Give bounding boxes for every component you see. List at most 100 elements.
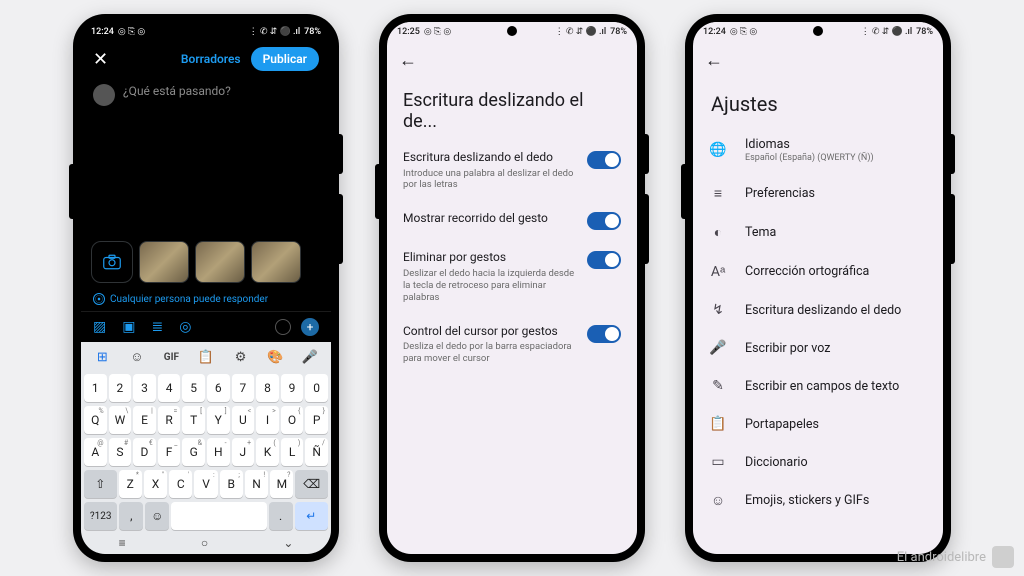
kb-row-1: Q% W\ E| R= T[ Y] U< I> O{ P} [81,404,331,436]
settings-languages[interactable]: 🌐 IdiomasEspañol (España) (QWERTY (Ñ)) [693,126,943,174]
compose-placeholder[interactable]: ¿Qué está pasando? [123,84,231,106]
settings-glide[interactable]: ↯ Escritura deslizando el dedo [693,291,943,329]
key[interactable]: D€ [133,438,156,466]
key[interactable]: 4 [158,374,181,402]
toggle[interactable] [587,151,621,169]
settings-textfields[interactable]: ✎ Escribir en campos de texto [693,367,943,405]
kb-menu-icon[interactable]: ⊞ [90,350,114,365]
phone-1: 12:24◎ ⎘ ◎ ⋮ ✆ ⇵ ⚫ .ıl78% ✕ Borradores P… [73,14,339,562]
emoji-key[interactable]: ☺ [145,502,169,530]
settings-emoji[interactable]: ☺ Emojis, stickers y GIFs [693,481,943,520]
key[interactable]: O{ [281,406,304,434]
key[interactable]: Y] [207,406,230,434]
key[interactable]: C' [169,470,192,498]
key[interactable]: 0 [305,374,328,402]
key[interactable]: G& [182,438,205,466]
toggle[interactable] [587,251,621,269]
key[interactable]: I> [256,406,279,434]
gallery-thumb[interactable] [195,241,245,283]
gif-icon[interactable]: ▣ [122,319,135,335]
key[interactable]: 3 [133,374,156,402]
key[interactable]: N! [245,470,268,498]
key[interactable]: H- [207,438,230,466]
key[interactable]: T[ [182,406,205,434]
gallery-thumb[interactable] [139,241,189,283]
key[interactable]: 9 [281,374,304,402]
watermark: El androidelibre [897,546,1014,568]
key[interactable]: 1 [84,374,107,402]
nav-recent[interactable]: ≡ [119,536,126,550]
nav-home[interactable]: ○ [201,536,208,550]
setting-gesture-delete[interactable]: Eliminar por gestosDeslizar el dedo haci… [387,240,637,313]
settings-dictionary[interactable]: ▭ Diccionario [693,443,943,481]
camera-button[interactable] [91,241,133,283]
add-tweet-button[interactable]: + [301,318,319,336]
kb-settings-icon[interactable]: ⚙ [229,350,253,365]
screen-compose: 12:24◎ ⎘ ◎ ⋮ ✆ ⇵ ⚫ .ıl78% ✕ Borradores P… [81,22,331,554]
space-key[interactable] [171,502,267,530]
globe-icon: 🌐 [709,142,727,158]
key[interactable]: 8 [256,374,279,402]
key[interactable]: J+ [232,438,255,466]
gallery-thumb[interactable] [251,241,301,283]
comma-key[interactable]: , [119,502,143,530]
toggle[interactable] [587,212,621,230]
drafts-link[interactable]: Borradores [181,52,241,66]
kb-clipboard-icon[interactable]: 📋 [194,350,218,365]
dot-key[interactable]: . [269,502,293,530]
key[interactable]: P} [305,406,328,434]
backspace-key[interactable]: ⌫ [295,470,328,498]
key[interactable]: Ñ/ [305,438,328,466]
location-icon[interactable]: ◎ [179,319,191,335]
key[interactable]: L) [281,438,304,466]
symbols-key[interactable]: ?123 [84,502,117,530]
kb-row-4: ?123 , ☺ . ↵ [81,500,331,532]
setting-swipe-typing[interactable]: Escritura deslizando el dedoIntroduce un… [387,140,637,201]
key[interactable]: K( [256,438,279,466]
key[interactable]: W\ [109,406,132,434]
key[interactable]: F_ [158,438,181,466]
reply-scope[interactable]: ⦿ Cualquier persona puede responder [81,287,331,311]
shift-key[interactable]: ⇧ [84,470,117,498]
kb-theme-icon[interactable]: 🎨 [263,350,287,365]
spell-icon: Aᵃ [709,263,727,280]
status-time: 12:25 [397,27,420,37]
key[interactable]: 5 [182,374,205,402]
key[interactable]: R= [158,406,181,434]
setting-cursor-control[interactable]: Control del cursor por gestosDesliza el … [387,314,637,375]
back-icon[interactable]: ← [399,50,417,71]
kb-mic-icon[interactable]: 🎤 [298,350,322,365]
key[interactable]: 6 [207,374,230,402]
key[interactable]: V: [194,470,217,498]
settings-preferences[interactable]: ≡ Preferencias [693,174,943,213]
key[interactable]: A@ [84,438,107,466]
kb-gif-button[interactable]: GIF [159,352,183,363]
settings-voice[interactable]: 🎤 Escribir por voz [693,329,943,367]
key[interactable]: B; [220,470,243,498]
key[interactable]: E| [133,406,156,434]
key[interactable]: Q% [84,406,107,434]
key[interactable]: M? [270,470,293,498]
nav-collapse[interactable]: ⌄ [283,536,293,550]
toggle[interactable] [587,325,621,343]
poll-icon[interactable]: ≣ [151,319,163,335]
enter-key[interactable]: ↵ [295,502,328,530]
settings-clipboard[interactable]: 📋 Portapapeles [693,405,943,443]
kb-sticker-icon[interactable]: ☺ [125,349,149,365]
image-icon[interactable]: ▨ [93,319,106,335]
publish-button[interactable]: Publicar [251,47,319,71]
setting-show-trail[interactable]: Mostrar recorrido del gesto [387,201,637,240]
key[interactable]: Z* [119,470,142,498]
key[interactable]: 2 [109,374,132,402]
key[interactable]: 7 [232,374,255,402]
close-icon[interactable]: ✕ [93,49,108,70]
settings-spellcheck[interactable]: Aᵃ Corrección ortográfica [693,252,943,291]
screen-swipe-settings: 12:25◎ ⎘ ◎ ⋮ ✆ ⇵ ⚫ .ıl78% ← Escritura de… [387,22,637,554]
kb-row-2: A@ S# D€ F_ G& H- J+ K( L) Ñ/ [81,436,331,468]
key[interactable]: U< [232,406,255,434]
back-icon[interactable]: ← [705,50,723,71]
compose-topbar: ✕ Borradores Publicar [81,42,331,76]
key[interactable]: S# [109,438,132,466]
key[interactable]: X" [144,470,167,498]
settings-theme[interactable]: ◐ Tema [693,213,943,252]
